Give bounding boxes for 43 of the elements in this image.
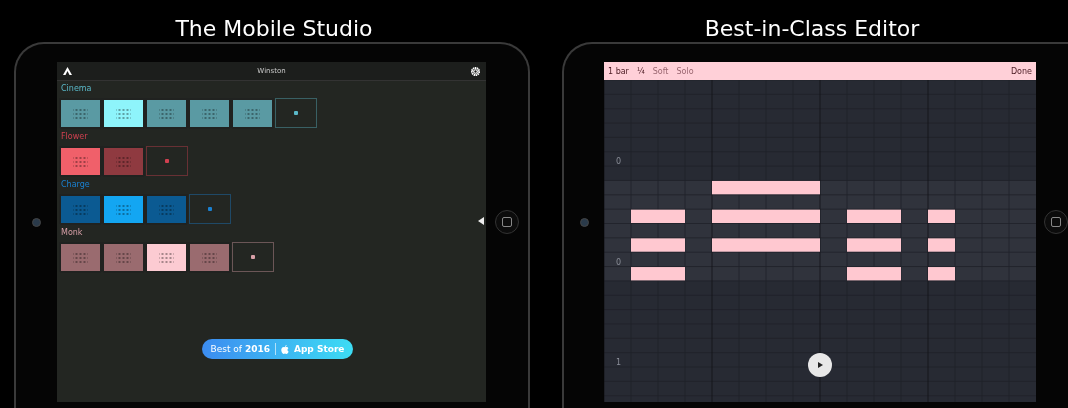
add-clip-tile[interactable] xyxy=(275,98,317,128)
logo-icon[interactable] xyxy=(63,67,72,75)
clip-tile[interactable] xyxy=(59,242,102,272)
home-button[interactable] xyxy=(495,210,519,234)
clip-tile[interactable] xyxy=(59,194,102,224)
clip-tile[interactable] xyxy=(102,98,145,128)
clip-tile[interactable] xyxy=(145,242,188,272)
piano-roll-grid[interactable]: 0 0 1 xyxy=(604,80,1036,402)
camera-icon xyxy=(32,217,41,227)
camera-icon xyxy=(579,217,589,227)
drawer-handle-icon[interactable] xyxy=(478,217,484,225)
group-label: Flower xyxy=(61,132,88,142)
clip-tile[interactable] xyxy=(145,194,188,224)
clip-tile[interactable] xyxy=(231,98,274,128)
add-clip-tile[interactable] xyxy=(146,146,188,176)
octave-label: 1 xyxy=(616,358,622,367)
add-clip-tile[interactable] xyxy=(232,242,274,272)
group-label: Monk xyxy=(61,228,83,238)
play-button[interactable] xyxy=(808,353,832,377)
clip-tile[interactable] xyxy=(102,146,145,176)
store-name: App Store xyxy=(293,344,345,354)
octave-label: 0 xyxy=(616,157,622,167)
home-button[interactable] xyxy=(1044,210,1068,234)
group-label: Charge xyxy=(61,180,90,190)
clip-tile[interactable] xyxy=(102,194,145,224)
done-button[interactable]: Done xyxy=(1010,66,1032,76)
settings-icon[interactable] xyxy=(471,66,480,76)
apple-icon xyxy=(280,344,289,354)
toolbar-option[interactable]: 1 bar xyxy=(608,66,629,76)
panel-title: Best-in-Class Editor xyxy=(704,16,920,42)
clip-tile[interactable] xyxy=(59,98,102,128)
add-clip-tile[interactable] xyxy=(189,194,231,224)
toolbar-option[interactable]: ¼ xyxy=(636,66,645,76)
group-label: Cinema xyxy=(61,84,92,94)
octave-label: 0 xyxy=(616,257,622,267)
clip-tile[interactable] xyxy=(59,146,102,176)
clip-tile[interactable] xyxy=(188,98,231,128)
badge-text: Best of 2016 xyxy=(210,344,270,354)
clip-tile[interactable] xyxy=(145,98,188,128)
clip-tile[interactable] xyxy=(102,242,145,272)
panel-title: The Mobile Studio xyxy=(175,16,373,42)
clip-tile[interactable] xyxy=(188,242,231,272)
play-icon xyxy=(816,361,824,369)
